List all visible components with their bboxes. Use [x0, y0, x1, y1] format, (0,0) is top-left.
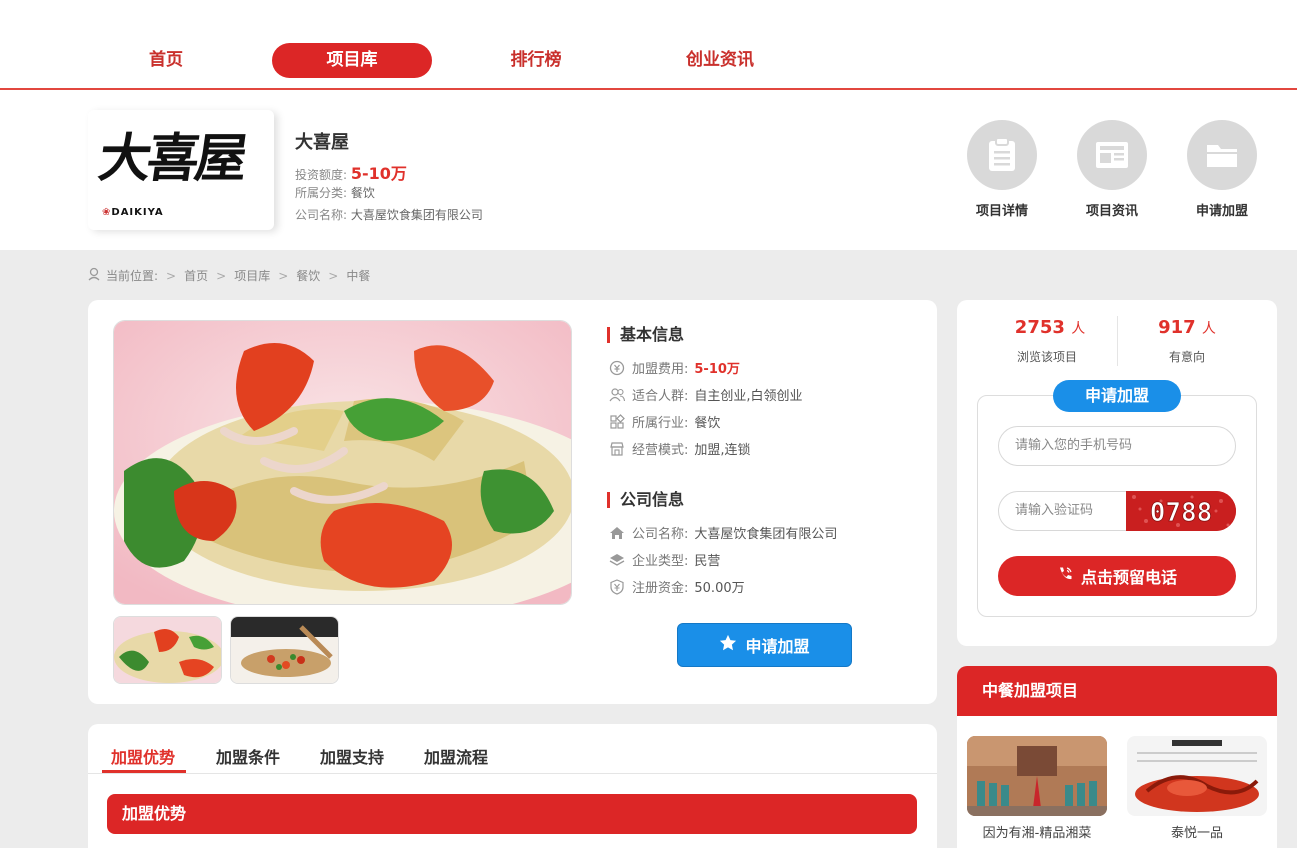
- quick-link-project-news[interactable]: 项目资讯: [1067, 120, 1157, 219]
- intent-count: 917 人: [1158, 317, 1216, 338]
- users-icon: [608, 386, 626, 404]
- nav-startup-news[interactable]: 创业资讯: [640, 43, 800, 78]
- shop-icon: [608, 440, 626, 458]
- captcha-text: 0788: [1150, 498, 1213, 528]
- yuan-shield-icon: [608, 578, 626, 596]
- captcha-image[interactable]: 0788: [1126, 491, 1236, 531]
- quick-link-project-detail[interactable]: 项目详情: [957, 120, 1047, 219]
- breadcrumb-library[interactable]: 项目库: [234, 267, 270, 284]
- phone-input[interactable]: 请输入您的手机号码: [998, 426, 1236, 466]
- nav-home[interactable]: 首页: [86, 43, 246, 78]
- recommend-label-2[interactable]: 泰悦一品: [1127, 822, 1267, 841]
- newspaper-icon: [1077, 120, 1147, 190]
- company-name-row: 公司名称: 大喜屋饮食集团有限公司: [608, 523, 837, 542]
- category-row: 所属分类: 餐饮: [295, 186, 375, 200]
- views-label: 浏览该项目: [1016, 350, 1077, 364]
- nav-ranking[interactable]: 排行榜: [456, 43, 616, 78]
- company-type-value: 民营: [694, 554, 721, 569]
- company-name-value: 大喜屋饮食集团有限公司: [694, 527, 838, 542]
- folder-icon: [1187, 120, 1257, 190]
- tab-support[interactable]: 加盟支持: [320, 744, 384, 768]
- stats-divider: [1117, 316, 1118, 366]
- capital-value: 50.00万: [694, 581, 745, 596]
- crowd-row: 适合人群: 自主创业,白领创业: [608, 385, 803, 404]
- crowd-value: 自主创业,白领创业: [694, 389, 803, 404]
- phone-icon: [1057, 566, 1073, 586]
- recommend-image-1[interactable]: [967, 736, 1107, 816]
- category-value: 餐饮: [350, 186, 375, 200]
- quick-link-apply[interactable]: 申请加盟: [1177, 120, 1267, 219]
- recommend-image-2[interactable]: [1127, 736, 1267, 816]
- invest-row: 投资额度: 5-10万: [295, 164, 407, 183]
- top-nav: 首页 项目库 排行榜 创业资讯: [0, 0, 1297, 90]
- mode-value: 加盟,连锁: [694, 443, 751, 458]
- views-count: 2753 人: [1014, 317, 1086, 338]
- active-tab-indicator: [102, 770, 186, 773]
- company-value: 大喜屋饮食集团有限公司: [350, 208, 483, 222]
- location-pin-icon: [88, 267, 100, 284]
- coin-icon: [608, 359, 626, 377]
- tab-conditions[interactable]: 加盟条件: [216, 744, 280, 768]
- logo-subtext: ❀DAIKIYA: [102, 207, 164, 218]
- reserve-phone-button[interactable]: 点击预留电话: [998, 556, 1236, 596]
- invest-value: 5-10万: [350, 164, 407, 183]
- recommend-label-1[interactable]: 因为有湘-精品湘菜: [967, 822, 1107, 841]
- fee-row: 加盟费用: 5-10万: [608, 358, 740, 377]
- company-type-row: 企业类型: 民营: [608, 550, 720, 569]
- brand-logo: 大喜屋 ❀DAIKIYA: [88, 110, 274, 230]
- breadcrumb-home[interactable]: 首页: [184, 267, 208, 284]
- fee-value: 5-10万: [694, 362, 740, 377]
- main-product-image: [113, 320, 572, 605]
- company-row: 公司名称: 大喜屋饮食集团有限公司: [295, 208, 483, 222]
- section-header-bar: 加盟优势: [107, 794, 917, 834]
- project-title: 大喜屋: [295, 132, 349, 153]
- recommend-header: 中餐加盟项目: [957, 666, 1277, 716]
- mode-row: 经营模式: 加盟,连锁: [608, 439, 751, 458]
- clipboard-icon: [967, 120, 1037, 190]
- industry-value: 餐饮: [694, 416, 721, 431]
- breadcrumb-chinese[interactable]: 中餐: [346, 267, 370, 284]
- apply-form-title: 申请加盟: [1053, 380, 1181, 412]
- intent-label: 有意向: [1168, 350, 1205, 364]
- nav-project-library[interactable]: 项目库: [272, 43, 432, 78]
- basic-info-title: 基本信息: [607, 327, 684, 343]
- tab-process[interactable]: 加盟流程: [424, 744, 488, 768]
- verification-code-input[interactable]: 请输入验证码: [998, 491, 1138, 531]
- company-info-title: 公司信息: [607, 492, 684, 508]
- home-icon: [608, 524, 626, 542]
- layers-icon: [608, 551, 626, 569]
- thumbnail-1[interactable]: [113, 616, 222, 684]
- breadcrumb: 当前位置: > 首页 > 项目库 > 餐饮 > 中餐: [88, 267, 370, 284]
- grid-icon: [608, 413, 626, 431]
- star-icon: [719, 634, 737, 656]
- tab-advantages[interactable]: 加盟优势: [111, 744, 175, 768]
- logo-text: 大喜屋: [95, 128, 248, 189]
- thumbnail-2[interactable]: [230, 616, 339, 684]
- tab-divider: [88, 773, 937, 774]
- industry-row: 所属行业: 餐饮: [608, 412, 720, 431]
- apply-franchise-button[interactable]: 申请加盟: [677, 623, 852, 667]
- breadcrumb-catering[interactable]: 餐饮: [296, 267, 320, 284]
- project-header: 大喜屋 ❀DAIKIYA 大喜屋 投资额度: 5-10万 所属分类: 餐饮 公司…: [0, 90, 1297, 250]
- capital-row: 注册资金: 50.00万: [608, 577, 745, 596]
